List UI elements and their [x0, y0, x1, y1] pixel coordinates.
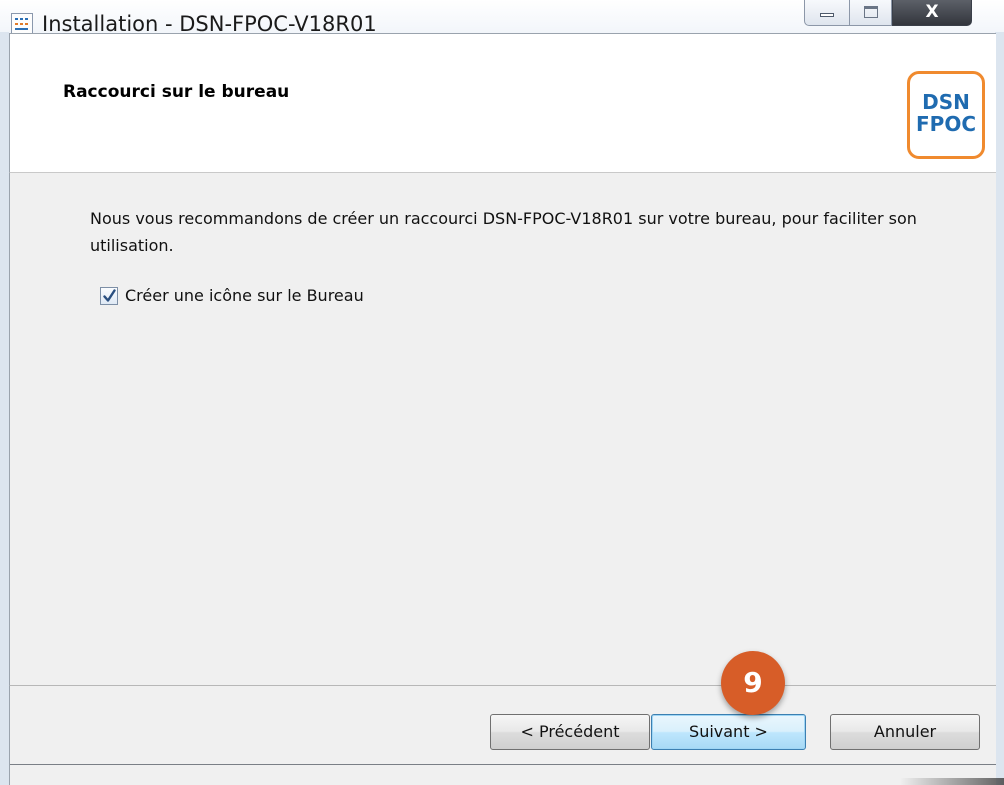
desktop-icon-checkbox-label[interactable]: Créer une icône sur le Bureau [125, 286, 364, 305]
window-frame-left [0, 32, 9, 785]
logo-line-1: DSN [922, 90, 970, 114]
close-button[interactable]: X [892, 0, 972, 26]
logo-line-2: FPOC [916, 112, 976, 136]
checkmark-icon [103, 289, 116, 302]
wizard-footer: < Précédent Suivant > Annuler [9, 685, 996, 785]
dsn-fpoc-logo: DSN FPOC [907, 71, 985, 159]
installer-app-icon [11, 13, 33, 35]
maximize-icon [864, 6, 878, 18]
step-number-badge: 9 [721, 651, 785, 715]
footer-divider [10, 764, 996, 765]
description-text: Nous vous recommandons de créer un racco… [90, 209, 917, 255]
maximize-button[interactable] [850, 0, 892, 26]
cancel-button[interactable]: Annuler [830, 714, 980, 750]
page-title: Raccourci sur le bureau [63, 82, 290, 102]
window-shadow [900, 778, 1004, 785]
minimize-icon [820, 13, 834, 17]
minimize-button[interactable] [804, 0, 850, 26]
desktop-icon-checkbox[interactable] [100, 287, 118, 305]
wizard-body: Nous vous recommandons de créer un racco… [9, 173, 996, 685]
next-button[interactable]: Suivant > [651, 714, 806, 750]
previous-button[interactable]: < Précédent [490, 714, 650, 750]
window-frame-right [995, 32, 1004, 785]
close-icon: X [925, 2, 939, 22]
wizard-header: Raccourci sur le bureau DSN FPOC [9, 33, 996, 173]
